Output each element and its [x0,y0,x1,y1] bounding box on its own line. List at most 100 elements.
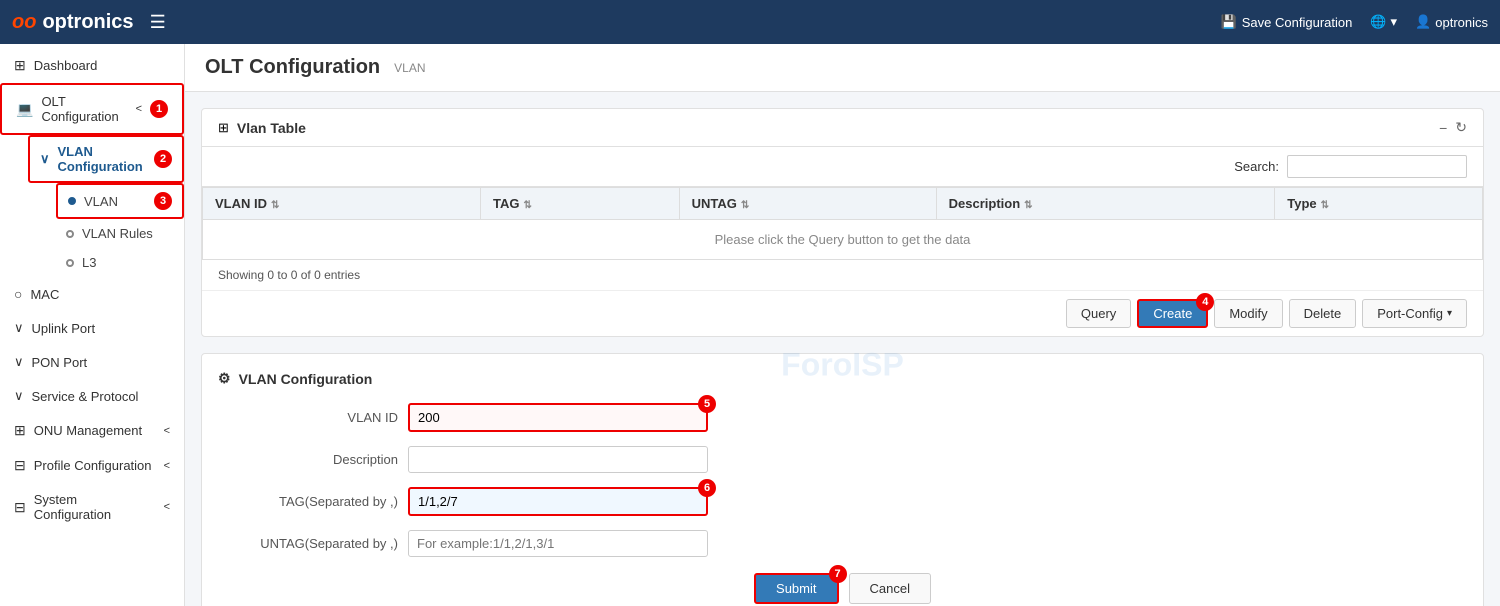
config-icon: ⚙ [218,370,231,387]
sidebar-item-uplink-port[interactable]: ∨ Uplink Port [0,311,184,345]
delete-button[interactable]: Delete [1289,299,1357,328]
col-vlan-id: VLAN ID⇅ [203,188,481,220]
main-layout: ⊞ Dashboard 💻 OLT Configuration < 1 ∨ VL… [0,44,1500,606]
sort-description[interactable]: ⇅ [1024,200,1032,211]
sidebar-item-vlan[interactable]: VLAN 3 [56,183,184,219]
search-label: Search: [1234,159,1279,174]
description-label: Description [218,452,398,467]
tag-field-wrapper: 6 [408,487,708,516]
sidebar-item-onu-management[interactable]: ⊞ ONU Management < [0,413,184,448]
profile-arrow: < [164,460,170,472]
sidebar-item-mac[interactable]: ○ MAC [0,277,184,311]
sidebar-item-label: OLT Configuration [41,94,127,124]
card-title: Vlan Table [237,120,306,136]
sidebar-item-label: Profile Configuration [34,458,152,473]
badge-2: 2 [154,150,172,168]
col-untag: UNTAG⇅ [679,188,936,220]
sidebar-item-olt-config[interactable]: 💻 OLT Configuration < 1 [0,83,184,135]
profile-icon: ⊟ [14,457,26,474]
query-button[interactable]: Query [1066,299,1131,328]
onu-arrow: < [164,425,170,437]
main-content: OLT Configuration VLAN ForoISP ⊞ Vlan Ta… [185,44,1500,606]
minimize-button[interactable]: − [1439,119,1447,136]
modify-button[interactable]: Modify [1214,299,1282,328]
sidebar-item-service-protocol[interactable]: ∨ Service & Protocol [0,379,184,413]
user-menu[interactable]: 👤 optronics [1415,14,1488,30]
form-row-description: Description [218,446,1467,473]
tag-label: TAG(Separated by ,) [218,494,398,509]
vlan-table-card-header: ⊞ Vlan Table − ↻ [202,109,1483,147]
sidebar-item-vlan-config[interactable]: ∨ VLAN Configuration 2 [28,135,184,183]
system-arrow: < [164,501,170,513]
dashboard-icon: ⊞ [14,57,26,74]
port-config-button[interactable]: Port-Config ▾ [1362,299,1467,328]
sidebar-item-label: ONU Management [34,423,142,438]
sidebar-item-dashboard[interactable]: ⊞ Dashboard [0,48,184,83]
tag-input[interactable] [408,487,708,516]
sidebar-sub-vlan-group: ∨ VLAN Configuration 2 VLAN 3 VLAN Rules… [0,135,184,277]
badge-5: 5 [698,395,716,413]
sidebar-item-label: VLAN Configuration [58,144,146,174]
form-row-untag: UNTAG(Separated by ,) [218,530,1467,557]
vlan-table-card: ⊞ Vlan Table − ↻ Search: [201,108,1484,337]
table-no-data-row: Please click the Query button to get the… [203,220,1483,260]
sidebar-item-label: L3 [82,255,96,270]
vlan-dot-icon [68,197,76,205]
sort-tag[interactable]: ⇅ [523,200,531,211]
entries-info: Showing 0 to 0 of 0 entries [202,260,1483,290]
cancel-button[interactable]: Cancel [849,573,931,604]
olt-arrow: < [136,103,142,115]
dropdown-arrow-icon: ▾ [1447,308,1452,319]
save-icon: 💾 [1221,14,1237,30]
language-selector[interactable]: 🌐 ▾ [1370,14,1397,30]
save-config-button[interactable]: 💾 Save Configuration [1221,14,1353,30]
sidebar-item-system-config[interactable]: ⊟ System Configuration < [0,483,184,531]
sort-type[interactable]: ⇅ [1321,200,1329,211]
table-wrapper: VLAN ID⇅ TAG⇅ UNTAG⇅ Description⇅ Type⇅ … [202,187,1483,260]
refresh-button[interactable]: ↻ [1455,119,1467,136]
hamburger-icon[interactable]: ☰ [150,12,166,33]
form-row-tag: TAG(Separated by ,) 6 [218,487,1467,516]
vlan-id-label: VLAN ID [218,410,398,425]
lang-arrow: ▾ [1391,14,1398,30]
username-label: optronics [1435,15,1488,30]
vlan-id-field-wrapper: 5 [408,403,708,432]
vlan-config-title: VLAN Configuration [239,371,373,387]
chevron-down-icon: ∨ [14,388,24,404]
page-title: OLT Configuration [205,56,380,79]
chevron-down-icon: ∨ [14,354,24,370]
sidebar-item-vlan-rules[interactable]: VLAN Rules [56,219,184,248]
content-inner: ForoISP ⊞ Vlan Table − ↻ Search: [185,108,1500,606]
sidebar-item-label: MAC [30,287,59,302]
sort-vlan-id[interactable]: ⇅ [271,200,279,211]
sidebar-item-l3[interactable]: L3 [56,248,184,277]
vlan-config-form: ⚙ VLAN Configuration VLAN ID 5 Descripti… [201,353,1484,606]
table-icon: ⊞ [218,120,229,136]
table-header: VLAN ID⇅ TAG⇅ UNTAG⇅ Description⇅ Type⇅ [203,188,1483,220]
create-button[interactable]: Create 4 [1137,299,1208,328]
logo: oooptronics [12,11,134,34]
sidebar-item-label: Service & Protocol [32,389,139,404]
description-input[interactable] [408,446,708,473]
untag-label: UNTAG(Separated by ,) [218,536,398,551]
logo-brand: optronics [42,11,133,34]
vlan-id-input[interactable] [408,403,708,432]
sidebar-item-label: VLAN [84,194,118,209]
olt-icon: 💻 [16,101,33,118]
form-row-vlan-id: VLAN ID 5 [218,403,1467,432]
sidebar-item-label: Uplink Port [32,321,96,336]
submit-button[interactable]: Submit [754,573,838,604]
search-input[interactable] [1287,155,1467,178]
sort-untag[interactable]: ⇅ [741,200,749,211]
system-icon: ⊟ [14,499,26,516]
sidebar-item-pon-port[interactable]: ∨ PON Port [0,345,184,379]
badge-6: 6 [698,479,716,497]
search-bar: Search: [202,147,1483,187]
sidebar-item-profile-config[interactable]: ⊟ Profile Configuration < [0,448,184,483]
untag-input[interactable] [408,530,708,557]
page-header: OLT Configuration VLAN [185,44,1500,92]
globe-icon: 🌐 [1370,14,1386,30]
sidebar-item-label: PON Port [32,355,88,370]
onu-icon: ⊞ [14,422,26,439]
chevron-down-icon: ∨ [40,151,50,167]
